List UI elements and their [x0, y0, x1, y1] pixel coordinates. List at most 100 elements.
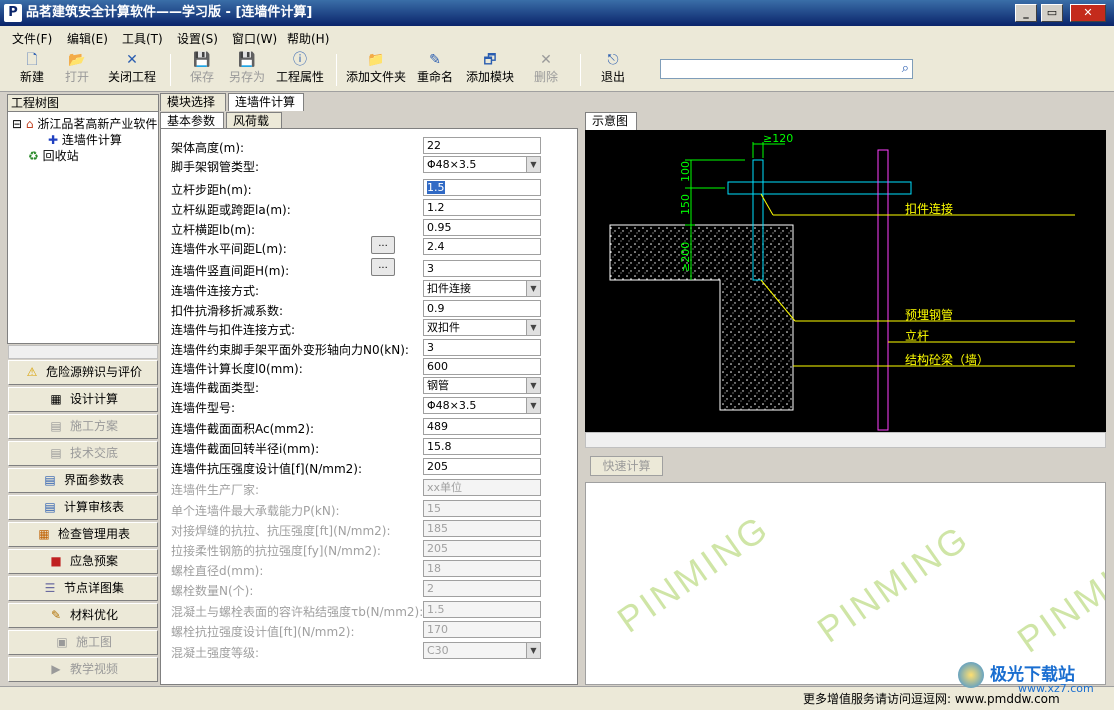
- field-input[interactable]: 600: [423, 358, 541, 375]
- field-input[interactable]: 0.95: [423, 219, 541, 236]
- field-input[interactable]: 170: [423, 621, 541, 638]
- field-input[interactable]: 15.8: [423, 438, 541, 455]
- save-button[interactable]: 💾 保存: [188, 52, 216, 88]
- teaching-video-button[interactable]: ▶ 教学视频: [8, 657, 158, 682]
- ellipsis-button[interactable]: ...: [371, 258, 395, 276]
- watermark: PINMING: [1009, 526, 1106, 661]
- save-as-button[interactable]: 💾 另存为: [228, 52, 266, 88]
- field-select[interactable]: 双扣件 ▼: [423, 319, 541, 336]
- chevron-down-icon[interactable]: ▼: [526, 281, 540, 296]
- menu-file[interactable]: 文件(F): [12, 30, 52, 47]
- chevron-down-icon[interactable]: ▼: [526, 643, 540, 658]
- ellipsis-button[interactable]: ...: [371, 236, 395, 254]
- field-input[interactable]: 15: [423, 500, 541, 517]
- field-input[interactable]: 2.4: [423, 238, 541, 255]
- material-optimize-button[interactable]: ✎ 材料优化: [8, 603, 158, 628]
- concrete-structure: [609, 224, 794, 411]
- calc-review-button[interactable]: ▤ 计算审核表: [8, 495, 158, 520]
- chevron-down-icon[interactable]: ▼: [526, 398, 540, 413]
- tech-briefing-button[interactable]: ▤ 技术交底: [8, 441, 158, 466]
- design-calc-button[interactable]: ▦ 设计计算: [8, 387, 158, 412]
- menu-tools[interactable]: 工具(T): [122, 30, 163, 47]
- chevron-down-icon[interactable]: ▼: [526, 320, 540, 335]
- field-input[interactable]: 205: [423, 540, 541, 557]
- rename-button[interactable]: ✎ 重命名: [414, 52, 456, 88]
- field-label: 螺栓抗拉强度设计值[ft](N/mm2):: [171, 625, 355, 639]
- field-input[interactable]: xx单位: [423, 479, 541, 496]
- chevron-down-icon[interactable]: ▼: [526, 157, 540, 172]
- field-input[interactable]: 1.2: [423, 199, 541, 216]
- params-form: 架体高度(m): 22 脚手架钢管类型: Φ48×3.5 ▼ 立杆步距h(m): 1.5 立杆…: [160, 128, 578, 685]
- emergency-plan-button[interactable]: ■ 应急预案: [8, 549, 158, 574]
- menu-edit[interactable]: 编辑(E): [67, 30, 108, 47]
- node-details-button[interactable]: ☰ 节点详图集: [8, 576, 158, 601]
- form-row: 立杆纵距或跨距la(m): 1.2: [171, 199, 571, 219]
- field-input[interactable]: 1.5: [423, 179, 541, 196]
- field-select[interactable]: C30 ▼: [423, 642, 541, 659]
- form-row: 螺栓数量N(个): 2: [171, 580, 571, 600]
- minimize-button[interactable]: _: [1015, 4, 1037, 22]
- close-x-icon: ✕: [126, 52, 138, 68]
- tree-item-recycle[interactable]: ♻ 回收站: [28, 147, 79, 164]
- field-select[interactable]: 扣件连接 ▼: [423, 280, 541, 297]
- tab-diagram[interactable]: 示意图: [585, 112, 637, 130]
- form-row: 立杆步距h(m): 1.5: [171, 179, 571, 199]
- field-input[interactable]: 22: [423, 137, 541, 154]
- close-project-button[interactable]: ✕ 关闭工程: [106, 52, 158, 88]
- add-module-button[interactable]: 🗗 添加模块: [464, 52, 516, 88]
- open-button[interactable]: 📂 打开: [63, 52, 91, 88]
- tree-scrollbar[interactable]: [8, 345, 158, 359]
- delete-x-icon: ✕: [540, 52, 552, 68]
- module-add-icon: 🗗: [483, 52, 497, 68]
- warning-icon: ⚠: [26, 365, 38, 379]
- form-row: 脚手架钢管类型: Φ48×3.5 ▼: [171, 156, 571, 176]
- chevron-down-icon[interactable]: ▼: [526, 378, 540, 393]
- field-input[interactable]: 205: [423, 458, 541, 475]
- field-select[interactable]: Φ48×3.5 ▼: [423, 397, 541, 414]
- add-folder-button[interactable]: 📁 添加文件夹: [344, 52, 408, 88]
- field-label: 螺栓直径d(mm):: [171, 564, 264, 578]
- new-button[interactable]: 🗋 新建: [18, 52, 46, 88]
- project-properties-button[interactable]: ⓘ 工程属性: [274, 52, 326, 88]
- field-select[interactable]: Φ48×3.5 ▼: [423, 156, 541, 173]
- field-input[interactable]: 185: [423, 520, 541, 537]
- search-icon[interactable]: ⌕: [902, 61, 909, 76]
- scaffold-pole: [877, 149, 889, 431]
- tab-wall-tie-calc[interactable]: 连墙件计算: [228, 93, 304, 111]
- field-label: 拉接柔性钢筋的抗拉强度[fy](N/mm2):: [171, 544, 381, 558]
- construction-drawing-button[interactable]: ▣ 施工图: [8, 630, 158, 655]
- form-row: 连墙件截面类型: 钢管 ▼: [171, 377, 571, 397]
- menu-settings[interactable]: 设置(S): [177, 30, 218, 47]
- field-input[interactable]: 489: [423, 418, 541, 435]
- restore-button[interactable]: ▭: [1041, 4, 1063, 22]
- field-input[interactable]: 0.9: [423, 300, 541, 317]
- interface-params-button[interactable]: ▤ 界面参数表: [8, 468, 158, 493]
- delete-button[interactable]: ✕ 删除: [532, 52, 560, 88]
- tree-root[interactable]: ⊟ ⌂ 浙江品茗高新产业软件: [12, 115, 157, 132]
- field-select[interactable]: 钢管 ▼: [423, 377, 541, 394]
- tab-module-select[interactable]: 模块选择: [160, 93, 226, 111]
- tree-item-wall-tie[interactable]: ✚ 连墙件计算: [48, 131, 122, 148]
- field-input[interactable]: 18: [423, 560, 541, 577]
- menu-help[interactable]: 帮助(H): [287, 30, 329, 47]
- search-input[interactable]: ⌕: [660, 59, 913, 79]
- diagram-scrollbar[interactable]: [585, 432, 1106, 448]
- field-label: 连墙件截面回转半径i(mm):: [171, 442, 320, 456]
- folder-add-icon: 📁: [367, 52, 385, 68]
- field-label: 扣件抗滑移折减系数:: [171, 304, 284, 318]
- quick-calc-button[interactable]: 快速计算: [590, 456, 663, 476]
- dim-label-150: 150: [679, 194, 692, 215]
- hazard-identification-button[interactable]: ⚠ 危险源辨识与评价: [8, 360, 158, 385]
- menu-window[interactable]: 窗口(W): [232, 30, 277, 47]
- field-input[interactable]: 2: [423, 580, 541, 597]
- field-input[interactable]: 3: [423, 339, 541, 356]
- exit-button[interactable]: ⎋ 退出: [599, 52, 627, 88]
- field-input[interactable]: 1.5: [423, 601, 541, 618]
- recycle-icon: ♻: [28, 149, 39, 163]
- construction-plan-button[interactable]: ▤ 施工方案: [8, 414, 158, 439]
- emergency-book-icon: ■: [50, 554, 62, 568]
- field-input[interactable]: 3: [423, 260, 541, 277]
- field-label: 对接焊缝的抗拉、抗压强度[ft](N/mm2):: [171, 524, 391, 538]
- close-window-button[interactable]: ✕: [1070, 4, 1106, 22]
- inspection-forms-button[interactable]: ▦ 检查管理用表: [8, 522, 158, 547]
